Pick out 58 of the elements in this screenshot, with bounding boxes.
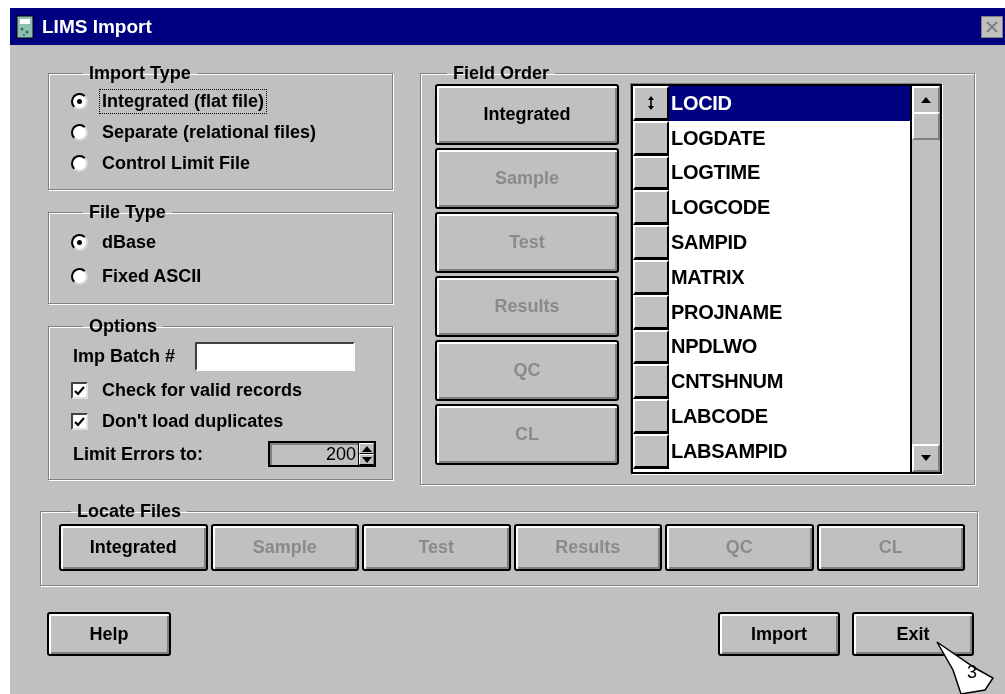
limit-spin-field[interactable]: 200 — [268, 441, 376, 467]
row-handle[interactable] — [633, 294, 669, 330]
checkbox[interactable] — [71, 413, 88, 430]
radio-label[interactable]: Fixed ASCII — [100, 264, 204, 288]
radio-button[interactable] — [71, 93, 88, 110]
scrollbar[interactable] — [910, 86, 940, 472]
row-handle[interactable] — [633, 260, 669, 295]
up-arrow-icon — [361, 445, 372, 452]
radio-button[interactable] — [71, 233, 88, 251]
radio-label[interactable]: Separate (relational files) — [100, 121, 319, 144]
row-handle[interactable] — [633, 86, 669, 121]
row-handle[interactable] — [633, 190, 669, 226]
row-handle[interactable] — [633, 329, 669, 365]
group-title: Field Order — [452, 63, 551, 84]
row-handle[interactable] — [633, 433, 669, 469]
up-down-arrow-icon — [647, 94, 655, 111]
group-title: Locate Files — [76, 501, 183, 522]
radio-label[interactable]: Control Limit File — [100, 152, 252, 175]
check-icon — [74, 385, 85, 396]
batch-input-field[interactable] — [195, 341, 356, 371]
field-list-item[interactable]: LOCID — [669, 86, 910, 121]
radio-label[interactable]: Integrated (flat file) — [100, 90, 266, 113]
check-icon — [74, 416, 85, 427]
dialog-button[interactable]: Exit — [852, 612, 974, 656]
row-handle[interactable] — [633, 155, 669, 191]
scroll-thumb[interactable] — [912, 112, 940, 140]
group-title: Import Type — [88, 63, 192, 84]
locate-file-button[interactable]: Integrated — [59, 524, 208, 571]
row-handle[interactable] — [633, 364, 669, 400]
field-order-button[interactable]: Integrated — [435, 84, 619, 145]
row-handle[interactable] — [633, 225, 669, 260]
dialog-button[interactable]: Import — [718, 612, 840, 656]
radio-button[interactable] — [71, 155, 88, 172]
down-arrow-icon — [361, 456, 372, 463]
radio-label[interactable]: dBase — [100, 230, 159, 254]
up-arrow-icon — [921, 97, 931, 103]
dialog-button[interactable]: Help — [47, 612, 171, 656]
row-handle[interactable] — [633, 399, 669, 434]
app-icon — [16, 14, 34, 39]
checkbox-label[interactable]: Don't load duplicates — [100, 410, 286, 433]
limit-label: Limit Errors to: — [72, 442, 204, 466]
batch-label: Imp Batch # — [72, 344, 177, 368]
scroll-up-button[interactable] — [912, 86, 940, 114]
checkbox-label[interactable]: Check for valid records — [100, 379, 305, 402]
checkbox[interactable] — [71, 382, 88, 399]
pointer-callout-icon — [935, 640, 995, 694]
down-arrow-icon — [921, 455, 931, 461]
radio-button[interactable] — [71, 124, 88, 141]
scroll-down-button[interactable] — [912, 444, 940, 472]
radio-button[interactable] — [71, 267, 88, 285]
spin-up-button[interactable] — [359, 443, 374, 454]
close-icon — [985, 19, 999, 34]
spin-down-button[interactable] — [359, 454, 374, 465]
group-title: File Type — [88, 202, 167, 223]
field-list[interactable]: LOCID LOGDATE LOGTIME LOGCODE SAMPID MATRIX PROJNAME NPDLWO CNTSHNUM LABCODE LABSAMPID — [631, 84, 942, 474]
row-handle[interactable] — [633, 120, 669, 156]
window-title: LIMS Import — [42, 15, 153, 38]
group-title: Options — [88, 316, 158, 337]
